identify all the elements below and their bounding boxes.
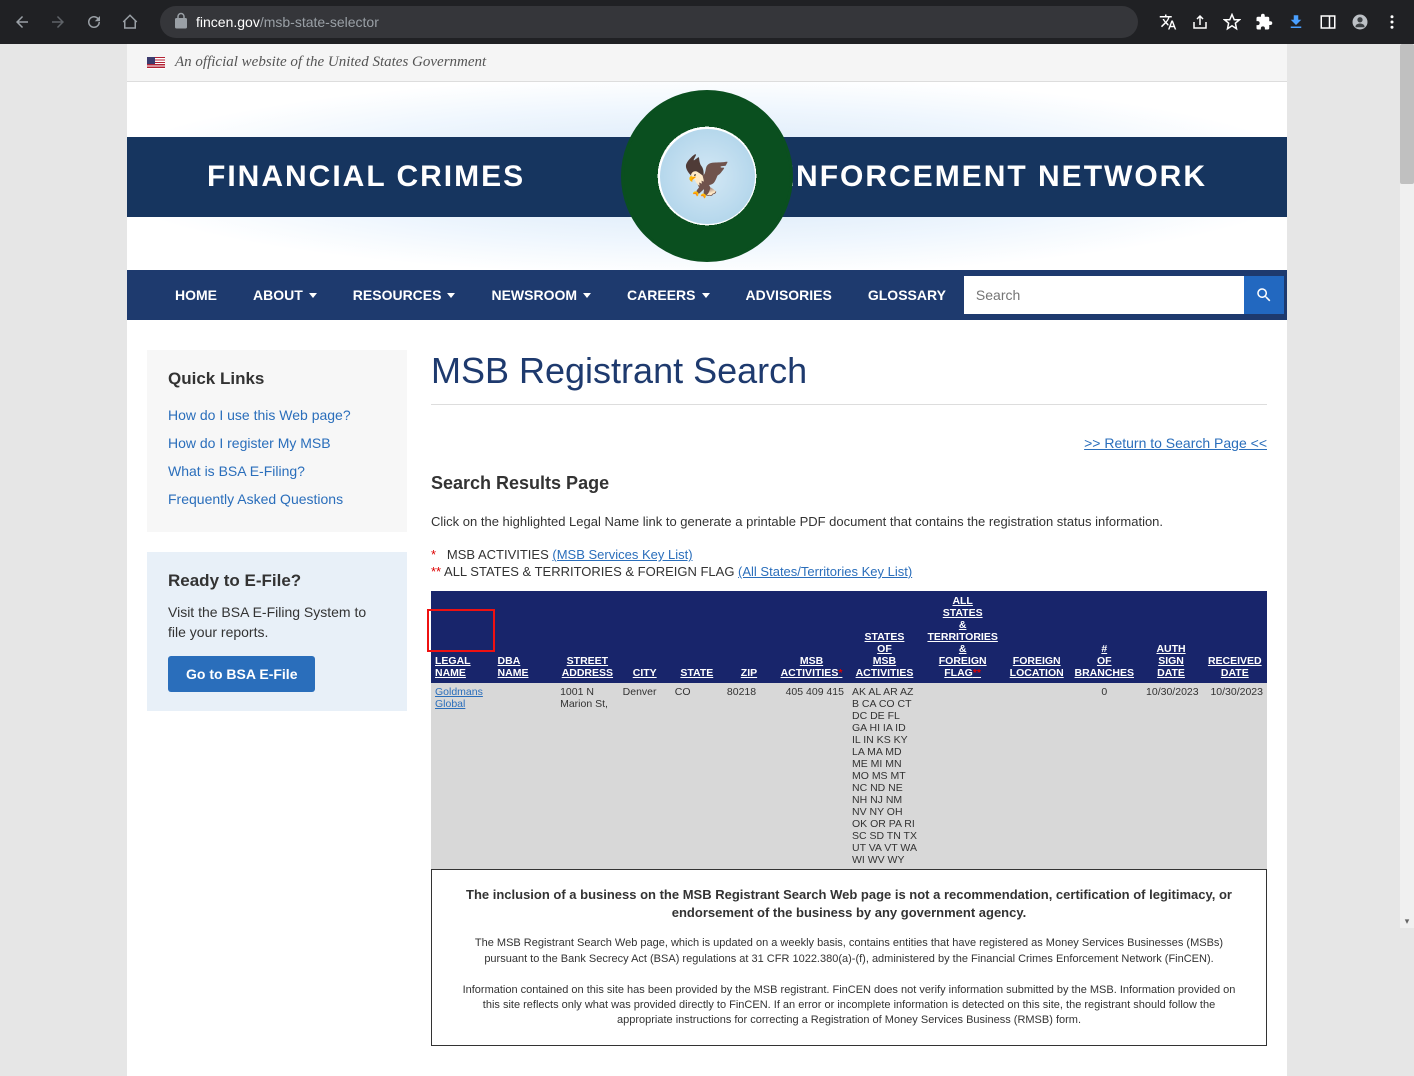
return-link[interactable]: >> Return to Search Page << [431, 435, 1267, 451]
sub-title: Search Results Page [431, 473, 1267, 494]
disclaimer-box: The inclusion of a business on the MSB R… [431, 869, 1267, 1046]
reload-button[interactable] [80, 8, 108, 36]
us-flag-icon [147, 57, 165, 69]
caret-down-icon [447, 293, 455, 298]
column-header[interactable]: ZIP [723, 591, 775, 683]
states-key-link[interactable]: (All States/Territories Key List) [738, 564, 912, 579]
legend-1: * MSB ACTIVITIES (MSB Services Key List) [431, 547, 1267, 562]
msb-key-link[interactable]: (MSB Services Key List) [552, 547, 692, 562]
quick-link[interactable]: Frequently Asked Questions [168, 485, 386, 513]
panel-icon[interactable] [1314, 8, 1342, 36]
home-button[interactable] [116, 8, 144, 36]
column-header[interactable]: #OFBRANCHES [1069, 591, 1139, 683]
scrollbar-vertical[interactable]: ▾ [1400, 44, 1414, 928]
address-bar[interactable]: fincen.gov/msb-state-selector [160, 6, 1138, 38]
table-cell: 10/30/2023 [1203, 683, 1267, 869]
official-banner: An official website of the United States… [127, 44, 1287, 82]
quick-link[interactable]: What is BSA E-Filing? [168, 457, 386, 485]
column-header[interactable]: RECEIVEDDATE [1203, 591, 1267, 683]
caret-down-icon [583, 293, 591, 298]
forward-button[interactable] [44, 8, 72, 36]
quick-link[interactable]: How do I use this Web page? [168, 401, 386, 429]
header-hero: FINANCIAL CRIMES ENFORCEMENT NETWORK 🦅 [127, 82, 1287, 270]
nav-item-home[interactable]: HOME [157, 271, 235, 319]
column-header[interactable]: FOREIGNLOCATION [1004, 591, 1069, 683]
table-cell: 1001 N Marion St, [556, 683, 619, 869]
table-cell [1004, 683, 1069, 869]
bookmark-icon[interactable] [1218, 8, 1246, 36]
table-cell: 0 [1069, 683, 1139, 869]
quick-links-title: Quick Links [168, 369, 386, 389]
extensions-icon[interactable] [1250, 8, 1278, 36]
scroll-thumb[interactable] [1400, 44, 1414, 184]
quick-links-card: Quick Links How do I use this Web page?H… [147, 350, 407, 532]
menu-icon[interactable] [1378, 8, 1406, 36]
translate-icon[interactable] [1154, 8, 1182, 36]
share-icon[interactable] [1186, 8, 1214, 36]
disclaimer-p1: The MSB Registrant Search Web page, whic… [456, 936, 1242, 967]
instruction-text: Click on the highlighted Legal Name link… [431, 514, 1267, 529]
downloads-icon[interactable] [1282, 8, 1310, 36]
column-header[interactable]: STATESOFMSBACTIVITIES [848, 591, 921, 683]
nav-item-newsroom[interactable]: NEWSROOM [473, 271, 609, 319]
column-header[interactable]: LEGALNAME [431, 591, 494, 683]
site-search-input[interactable] [964, 276, 1244, 314]
divider [431, 404, 1267, 405]
browser-chrome: fincen.gov/msb-state-selector [0, 0, 1414, 44]
table-cell: GoldmansGlobal [431, 683, 494, 869]
hero-text-right: ENFORCEMENT NETWORK [774, 160, 1207, 194]
nav-item-careers[interactable]: CAREERS [609, 271, 727, 319]
legal-name-link[interactable]: GoldmansGlobal [435, 686, 483, 710]
table-cell: Denver [619, 683, 671, 869]
table-cell: AK AL AR AZ B CA CO CT DC DE FL GA HI IA… [848, 683, 921, 869]
back-button[interactable] [8, 8, 36, 36]
scroll-down-icon[interactable]: ▾ [1400, 914, 1414, 928]
column-header[interactable]: DBANAME [494, 591, 557, 683]
results-table: LEGALNAMEDBANAMESTREETADDRESSCITYSTATEZI… [431, 591, 1267, 869]
quick-link[interactable]: How do I register My MSB [168, 429, 386, 457]
column-header[interactable]: ALLSTATES&TERRITORIES&FOREIGNFLAG** [921, 591, 1004, 683]
column-header[interactable]: MSBACTIVITIES* [775, 591, 848, 683]
caret-down-icon [702, 293, 710, 298]
url-path: /msb-state-selector [260, 14, 379, 30]
table-cell [494, 683, 557, 869]
table-cell: 10/30/2023 [1139, 683, 1202, 869]
efile-desc: Visit the BSA E-Filing System to file yo… [168, 603, 386, 642]
table-row: GoldmansGlobal 1001 N Marion St,DenverCO8… [431, 683, 1267, 869]
lock-icon [172, 12, 188, 33]
hero-text-left: FINANCIAL CRIMES [207, 160, 525, 194]
nav-item-resources[interactable]: RESOURCES [335, 271, 474, 319]
fincen-seal-icon: 🦅 [621, 90, 793, 262]
legend-2: ** ALL STATES & TERRITORIES & FOREIGN FL… [431, 564, 1267, 579]
efile-card: Ready to E-File? Visit the BSA E-Filing … [147, 552, 407, 711]
url-domain: fincen.gov [196, 14, 260, 30]
column-header[interactable]: STATE [671, 591, 723, 683]
profile-icon[interactable] [1346, 8, 1374, 36]
column-header[interactable]: CITY [619, 591, 671, 683]
nav-item-glossary[interactable]: GLOSSARY [850, 271, 964, 319]
efile-button[interactable]: Go to BSA E-File [168, 656, 315, 692]
disclaimer-p2: Information contained on this site has b… [456, 983, 1242, 1029]
column-header[interactable]: STREETADDRESS [556, 591, 619, 683]
nav-item-advisories[interactable]: ADVISORIES [728, 271, 850, 319]
table-cell: CO [671, 683, 723, 869]
column-header[interactable]: AUTHSIGNDATE [1139, 591, 1202, 683]
nav-item-about[interactable]: ABOUT [235, 271, 335, 319]
efile-title: Ready to E-File? [168, 571, 386, 591]
official-banner-text: An official website of the United States… [175, 54, 486, 71]
disclaimer-bold: The inclusion of a business on the MSB R… [456, 886, 1242, 922]
table-cell: 405 409 415 [775, 683, 848, 869]
table-cell [921, 683, 1004, 869]
caret-down-icon [309, 293, 317, 298]
table-cell: 80218 [723, 683, 775, 869]
page-title: MSB Registrant Search [431, 350, 1267, 392]
main-nav: HOMEABOUTRESOURCESNEWSROOMCAREERSADVISOR… [127, 270, 1287, 320]
site-search-button[interactable] [1244, 276, 1284, 314]
